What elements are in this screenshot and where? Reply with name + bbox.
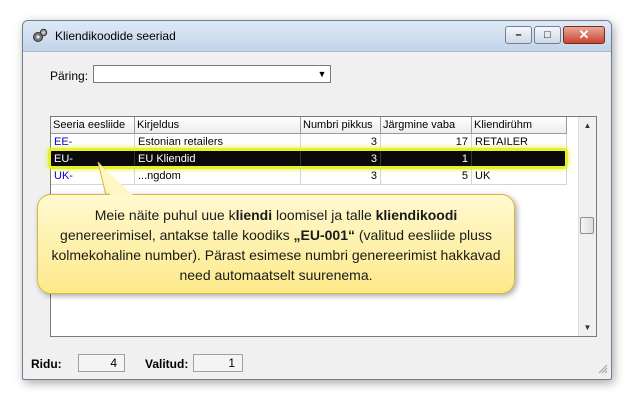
column-header-description[interactable]: Kirjeldus bbox=[135, 117, 301, 134]
callout-bold-klient: liendi bbox=[235, 207, 273, 223]
column-header-number-length[interactable]: Numbri pikkus bbox=[301, 117, 381, 134]
column-header-prefix[interactable]: Seeria eesliide bbox=[51, 117, 135, 134]
callout-text-part: genereerimisel, antakse talle koodiks bbox=[60, 227, 294, 243]
selected-label: Valitud: bbox=[145, 357, 189, 371]
cell-next-free: 1 bbox=[381, 151, 472, 168]
status-bar: Ridu: 4 Valitud: 1 bbox=[23, 351, 611, 377]
cell-number-length: 3 bbox=[301, 151, 381, 168]
maximize-icon: □ bbox=[544, 29, 551, 41]
table-row-selected[interactable]: EU- EU Kliendid 3 1 bbox=[48, 148, 568, 169]
cell-next-free: 5 bbox=[381, 168, 472, 185]
cell-number-length: 3 bbox=[301, 134, 381, 151]
table-header: Seeria eesliide Kirjeldus Numbri pikkus … bbox=[51, 117, 567, 134]
cell-description: ...ngdom bbox=[135, 168, 301, 185]
vertical-scrollbar[interactable]: ▲ ▼ bbox=[578, 117, 596, 336]
arrow-down-icon[interactable]: ▼ bbox=[579, 319, 596, 336]
minimize-icon: – bbox=[515, 29, 522, 41]
cell-description: Estonian retailers bbox=[135, 134, 301, 151]
query-select[interactable]: ▼ bbox=[93, 65, 331, 83]
cell-next-free: 17 bbox=[381, 134, 472, 151]
resize-grip-icon[interactable] bbox=[596, 362, 608, 374]
close-button[interactable]: ✕ bbox=[563, 26, 605, 44]
chevron-down-icon[interactable]: ▼ bbox=[314, 66, 330, 82]
query-label: Päring: bbox=[50, 69, 89, 83]
cell-description: EU Kliendid bbox=[135, 151, 301, 168]
scroll-thumb[interactable] bbox=[580, 217, 594, 234]
window-title: Kliendikoodide seeriad bbox=[55, 29, 176, 43]
gears-icon bbox=[33, 28, 48, 42]
column-header-next-free[interactable]: Järgmine vaba bbox=[381, 117, 472, 134]
cell-prefix: UK- bbox=[51, 168, 135, 185]
rows-label: Ridu: bbox=[31, 357, 62, 371]
table-row[interactable]: UK- ...ngdom 3 5 UK bbox=[51, 168, 567, 185]
selected-count: 1 bbox=[193, 354, 243, 372]
cell-prefix: EU- bbox=[51, 151, 135, 168]
callout-note: Meie näite puhul uue kliendi loomisel ja… bbox=[37, 194, 515, 294]
cell-customer-group bbox=[472, 151, 567, 168]
cell-number-length: 3 bbox=[301, 168, 381, 185]
callout-text-part: Meie näite puhul uue k bbox=[94, 207, 236, 223]
close-icon: ✕ bbox=[578, 27, 590, 42]
rows-count: 4 bbox=[78, 354, 125, 372]
table-row[interactable]: EE- Estonian retailers 3 17 RETAILER bbox=[51, 134, 567, 151]
minimize-button[interactable]: – bbox=[505, 26, 532, 44]
callout-bold-kliendikoodi: kliendikoodi bbox=[375, 207, 458, 223]
column-header-customer-group[interactable]: Kliendirühm bbox=[472, 117, 567, 134]
callout-bold-code: „EU-001“ bbox=[293, 227, 355, 243]
callout-text: Meie näite puhul uue kliendi loomisel ja… bbox=[48, 205, 504, 285]
title-bar[interactable]: Kliendikoodide seeriad – □ ✕ bbox=[23, 21, 611, 52]
cell-prefix: EE- bbox=[51, 134, 135, 151]
maximize-button[interactable]: □ bbox=[534, 26, 561, 44]
arrow-up-icon[interactable]: ▲ bbox=[579, 117, 596, 134]
cell-customer-group: UK bbox=[472, 168, 567, 185]
callout-text-part: loomisel ja talle bbox=[272, 207, 376, 223]
cell-customer-group: RETAILER bbox=[472, 134, 567, 151]
